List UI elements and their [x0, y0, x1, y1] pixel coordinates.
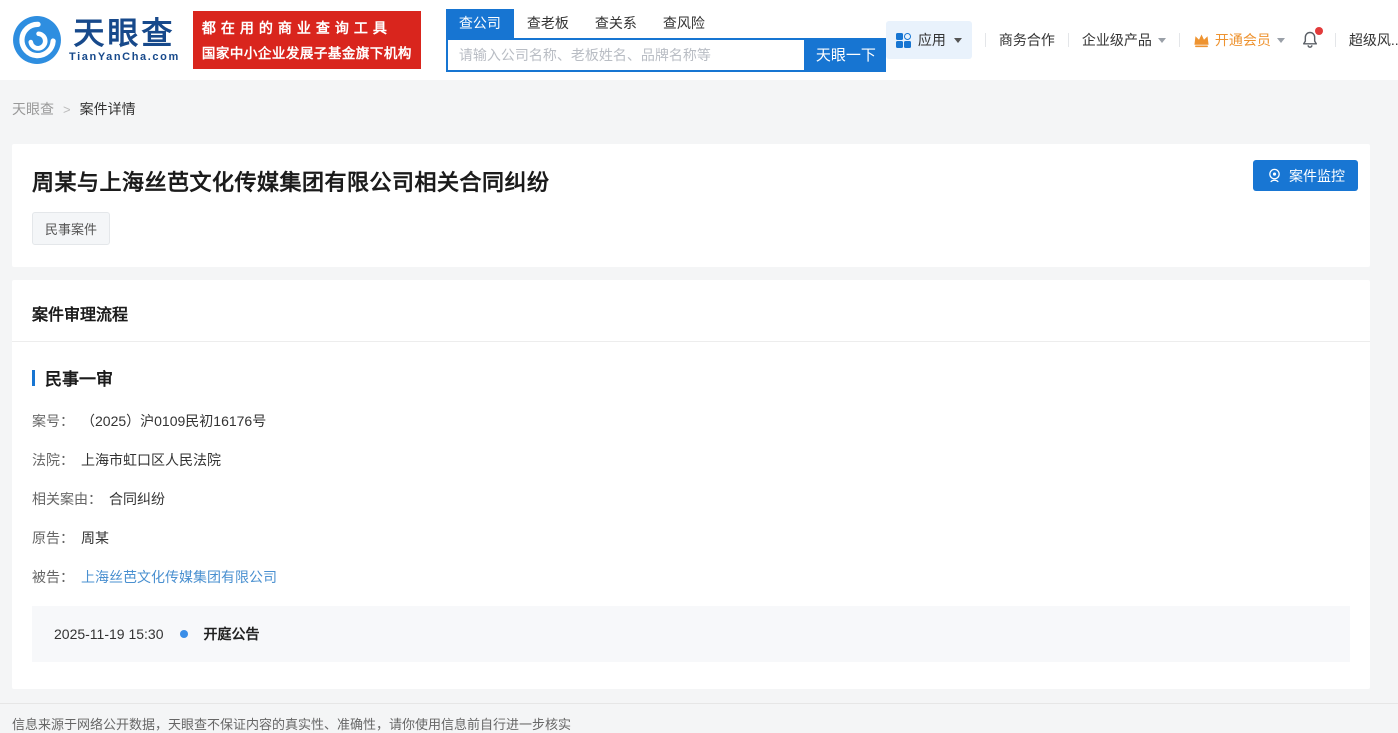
- defendant-company-link[interactable]: 上海丝芭文化传媒集团有限公司: [81, 567, 277, 587]
- stage-title-label: 民事一审: [45, 370, 113, 389]
- field-value: 上海市虹口区人民法院: [81, 452, 221, 468]
- field-label: 案号：: [32, 413, 74, 429]
- promo-line-2: 国家中小企业发展子基金旗下机构: [201, 46, 412, 61]
- promo-line-1: 都在用的商业查询工具: [201, 20, 392, 36]
- breadcrumb-separator-icon: >: [63, 101, 71, 117]
- promo-banner: 都在用的商业查询工具 国家中小企业发展子基金旗下机构: [192, 11, 421, 69]
- stage-title: 民事一审: [32, 365, 1346, 390]
- field-value: （2025）沪0109民初16176号: [81, 413, 267, 429]
- field-label: 被告：: [32, 569, 74, 585]
- apps-label: 应用: [917, 32, 946, 48]
- chevron-down-icon: [1276, 37, 1285, 43]
- breadcrumb-home[interactable]: 天眼查: [12, 99, 54, 119]
- logo-domain: TianYanCha.com: [69, 51, 180, 63]
- chevron-down-icon: [953, 37, 962, 43]
- search-block: 查公司 查老板 查关系 查风险 天眼一下: [445, 8, 886, 72]
- case-title-card: 周某与上海丝芭文化传媒集团有限公司相关合同纠纷 民事案件 案件监控: [12, 144, 1370, 267]
- footer-disclaimer: 信息来源于网络公开数据，天眼查不保证内容的真实性、准确性，请你使用信息前自行进一…: [0, 703, 1398, 733]
- vip-label: 开通会员: [1214, 32, 1271, 48]
- field-label: 法院：: [32, 452, 74, 468]
- field-plaintiff: 原告： 周某: [32, 528, 1346, 548]
- field-court: 法院： 上海市虹口区人民法院: [32, 450, 1346, 470]
- nav-divider: [1178, 33, 1180, 47]
- field-label: 原告：: [32, 530, 74, 546]
- page-title: 周某与上海丝芭文化传媒集团有限公司相关合同纠纷: [32, 170, 550, 195]
- enterprise-products-label: 企业级产品: [1081, 32, 1152, 48]
- case-type-badge: 民事案件: [32, 212, 111, 245]
- field-defendant: 被告： 上海丝芭文化传媒集团有限公司: [32, 567, 1346, 587]
- tab-search-relation[interactable]: 查关系: [582, 9, 650, 38]
- chevron-down-icon: [1157, 37, 1166, 43]
- nav-super-risk[interactable]: 超级风...: [1349, 30, 1398, 50]
- timeline-dot-icon: [179, 630, 188, 638]
- nav-business-cooperation[interactable]: 商务合作: [999, 30, 1055, 50]
- flow-header: 案件审理流程: [12, 280, 1370, 342]
- stage-civil-first-instance: 民事一审 案号： （2025）沪0109民初16176号 法院： 上海市虹口区人…: [12, 342, 1370, 587]
- nav-vip-upgrade[interactable]: 开通会员: [1193, 30, 1285, 50]
- case-fields: 案号： （2025）沪0109民初16176号 法院： 上海市虹口区人民法院 相…: [32, 411, 1346, 587]
- search-input[interactable]: [445, 37, 806, 72]
- breadcrumb-current: 案件详情: [79, 101, 136, 117]
- super-risk-label: 超级风...: [1348, 32, 1398, 48]
- field-label: 相关案由：: [32, 491, 102, 507]
- case-monitor-label: 案件监控: [1289, 167, 1345, 184]
- section-title: 案件审理流程: [32, 307, 129, 324]
- top-header: 天眼查 TianYanCha.com 都在用的商业查询工具 国家中小企业发展子基…: [0, 0, 1398, 80]
- main-content: 天眼查 > 案件详情 周某与上海丝芭文化传媒集团有限公司相关合同纠纷 民事案件 …: [0, 99, 1398, 689]
- nav-divider: [984, 33, 986, 47]
- field-value: 合同纠纷: [109, 491, 165, 507]
- site-logo[interactable]: 天眼查 TianYanCha.com: [12, 15, 180, 65]
- header-nav: 应用 商务合作 企业级产品 开通会员 超级风...: [885, 21, 1398, 59]
- timeline-event: 开庭公告: [203, 626, 260, 642]
- timeline-entry: 2025-11-19 15:30 开庭公告: [32, 606, 1350, 662]
- nav-divider: [1334, 33, 1336, 47]
- logo-title: 天眼查: [73, 16, 176, 51]
- breadcrumb: 天眼查 > 案件详情: [12, 99, 1370, 119]
- search-row: 天眼一下: [445, 37, 886, 72]
- field-value: 周某: [81, 530, 109, 546]
- tianyancha-eye-icon: [13, 16, 61, 64]
- tab-search-boss[interactable]: 查老板: [514, 9, 582, 38]
- tab-search-risk[interactable]: 查风险: [650, 9, 718, 38]
- tab-search-company[interactable]: 查公司: [445, 8, 514, 38]
- search-button[interactable]: 天眼一下: [805, 37, 886, 72]
- logo-text: 天眼查 TianYanCha.com: [69, 17, 180, 63]
- field-cause: 相关案由： 合同纠纷: [32, 489, 1346, 509]
- field-case-number: 案号： （2025）沪0109民初16176号: [32, 411, 1346, 431]
- notification-dot: [1314, 27, 1323, 35]
- monitor-camera-icon: [1269, 168, 1280, 183]
- case-monitor-button[interactable]: 案件监控: [1253, 160, 1358, 191]
- apps-menu-button[interactable]: 应用: [885, 21, 972, 59]
- stage-accent-bar: [32, 369, 35, 386]
- crown-icon: [1194, 33, 1209, 47]
- notification-bell[interactable]: [1300, 27, 1323, 50]
- search-tabs: 查公司 查老板 查关系 查风险: [445, 8, 886, 38]
- case-flow-card: 案件审理流程 民事一审 案号： （2025）沪0109民初16176号 法院： …: [12, 280, 1370, 689]
- nav-divider: [1067, 33, 1069, 47]
- nav-enterprise-products[interactable]: 企业级产品: [1082, 30, 1166, 50]
- apps-grid-icon: [895, 32, 911, 48]
- timeline-date: 2025-11-19 15:30: [54, 626, 164, 642]
